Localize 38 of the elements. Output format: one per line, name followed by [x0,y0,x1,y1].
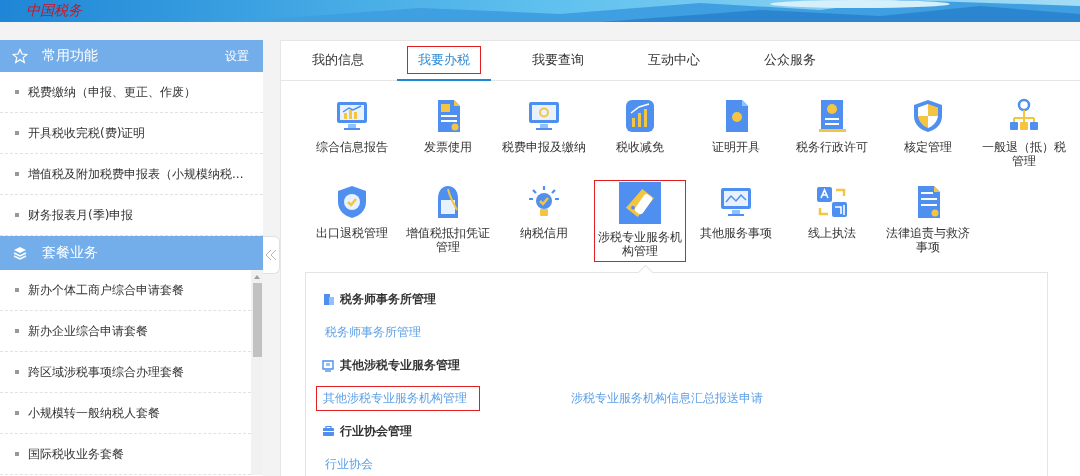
service-item[interactable]: 法律追责与救济事项 [882,180,974,262]
service-item[interactable]: 增值税抵扣凭证管理 [402,180,494,262]
sidebar-item[interactable]: 增值税及附加税费申报表（小规模纳税... [0,154,263,195]
group-title: 行业协会管理 [340,423,412,439]
service-item[interactable]: 纳税信用 [498,180,590,262]
frame-icon [322,358,335,372]
tab[interactable]: 互动中心 [625,41,723,81]
chevrons-icon [265,249,277,261]
tab[interactable]: 公众服务 [741,41,839,81]
service-item[interactable]: 证明开具 [690,94,782,176]
building-icon [322,292,335,306]
briefcase-icon [322,424,335,438]
service-item[interactable]: 一般退（抵）税管理 [978,94,1070,176]
service-item[interactable]: 出口退税管理 [306,180,398,262]
service-item[interactable]: 核定管理 [882,94,974,176]
collapse-handle[interactable] [263,236,280,274]
group-title: 税务师事务所管理 [340,291,436,307]
service-item[interactable]: 税费申报及缴纳 [498,94,590,176]
sidebar-item[interactable]: 开具税收完税(费)证明 [0,113,263,154]
section-title: 套餐业务 [42,244,99,262]
service-item[interactable]: 发票使用 [402,94,494,176]
tab[interactable]: 我的信息 [291,41,385,81]
tag-icon [619,182,661,224]
service-item[interactable]: 税收减免 [594,94,686,176]
service-item[interactable]: 涉税专业服务机构管理 [594,180,686,262]
service-item[interactable]: 综合信息报告 [306,94,398,176]
star-icon [12,48,28,64]
service-item[interactable]: 其他服务事项 [690,180,782,262]
section-title: 常用功能 [42,47,99,65]
group-title: 其他涉税专业服务管理 [340,357,460,373]
service-item[interactable]: 线上执法 [786,180,878,262]
service-item[interactable]: 税务行政许可 [786,94,878,176]
layers-icon [12,245,28,261]
logo: 中国税务 [26,1,82,19]
sidebar-item[interactable]: 税费缴纳（申报、更正、作废） [0,72,263,113]
scrollbar[interactable] [251,270,263,475]
tab[interactable]: 我要查询 [509,41,607,81]
swap-icon [814,184,850,220]
